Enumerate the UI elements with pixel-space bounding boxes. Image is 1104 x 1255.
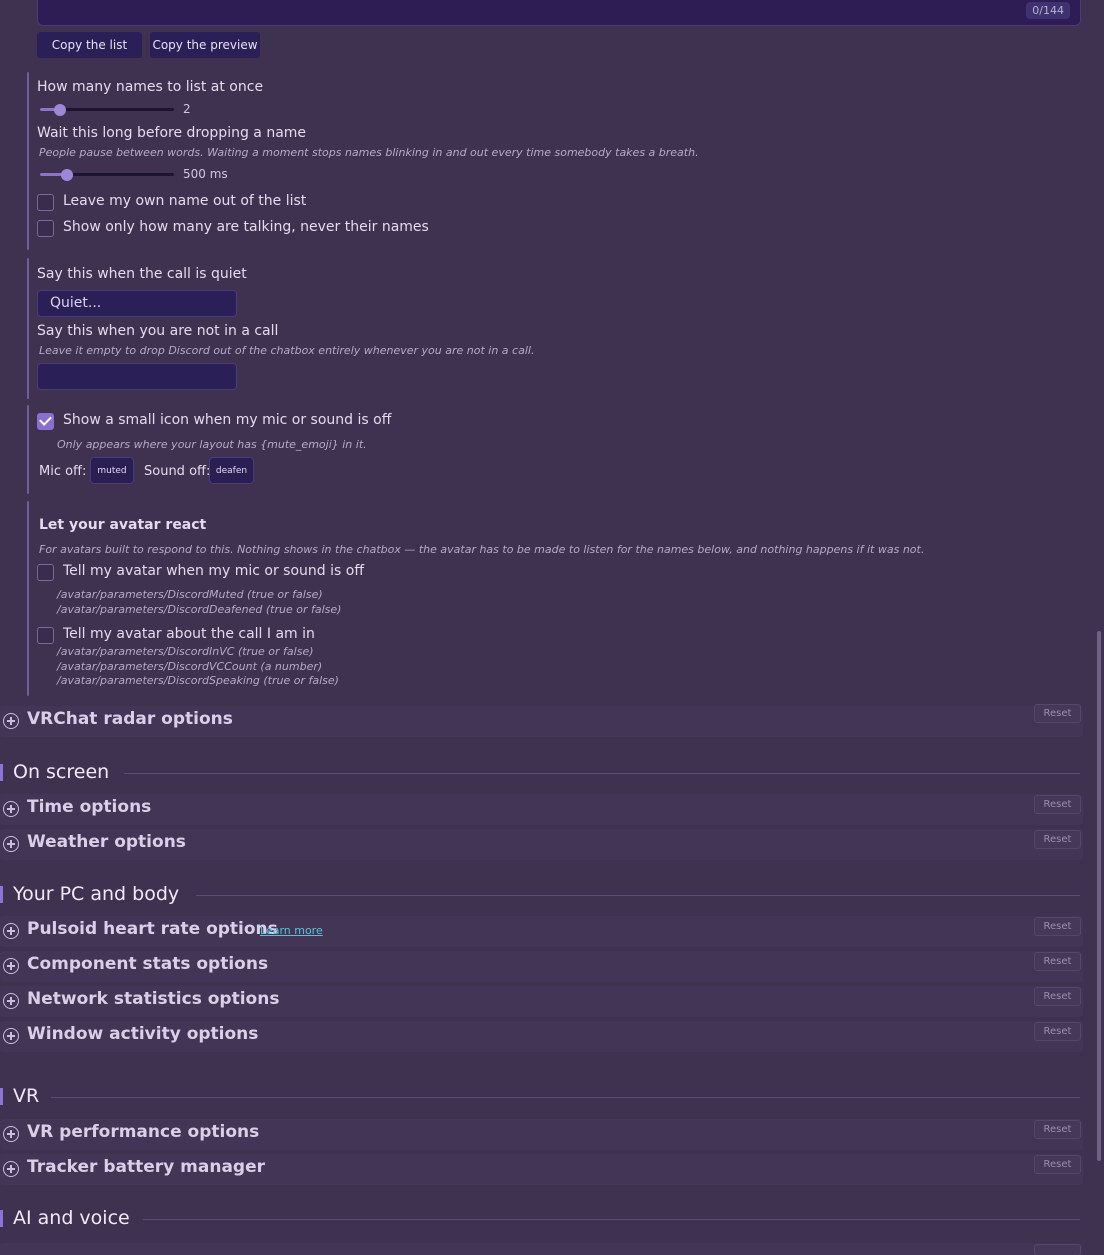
section-title: Weather options [27, 832, 186, 852]
group-divider [27, 258, 29, 399]
not-in-call-input[interactable] [37, 363, 237, 390]
section-title: Component stats options [27, 954, 269, 974]
section-title: Network statistics options [27, 989, 280, 1009]
section-tracker-battery[interactable]: Tracker battery manager Reset [0, 1154, 1083, 1185]
param-item: /avatar/parameters/DiscordDeafened (true… [57, 602, 342, 616]
mute-icon-label: Show a small icon when my mic or sound i… [63, 412, 392, 428]
sound-off-emoji-input[interactable]: deafen [209, 457, 254, 484]
section-title: Pulsoid heart rate options [27, 919, 278, 939]
section-title: VRChat radar options [27, 709, 233, 729]
reset-button[interactable]: Reset [1034, 795, 1081, 814]
param-item: /avatar/parameters/DiscordInVC (true or … [57, 645, 314, 658]
not-in-call-hint: Leave it empty to drop Discord out of th… [39, 344, 535, 357]
reset-button[interactable]: Reset [1034, 1155, 1081, 1174]
section-title: VR performance options [27, 1122, 260, 1142]
only-count-checkbox[interactable] [37, 220, 54, 237]
scrollbar[interactable] [1097, 631, 1101, 1161]
section-partial[interactable] [0, 1243, 1083, 1255]
category-divider [124, 773, 1080, 774]
section-vrchat-radar[interactable]: VRChat radar options Reset [0, 704, 1083, 737]
category-accent-bar [0, 764, 3, 781]
avatar-mute-checkbox[interactable] [37, 564, 54, 581]
wait-label: Wait this long before dropping a name [37, 125, 307, 141]
expand-plus-icon [3, 1126, 19, 1142]
section-time[interactable]: Time options Reset [0, 794, 1083, 825]
expand-plus-icon [3, 1028, 19, 1044]
not-in-call-label: Say this when you are not in a call [37, 323, 279, 339]
avatar-hint: For avatars built to respond to this. No… [39, 543, 925, 556]
section-weather[interactable]: Weather options Reset [0, 829, 1083, 860]
reset-button[interactable]: Reset [1034, 704, 1081, 723]
group-divider [27, 405, 29, 494]
wait-hint: People pause between words. Waiting a mo… [39, 146, 699, 159]
expand-plus-icon [3, 958, 19, 974]
mic-off-emoji-input[interactable]: muted [90, 457, 134, 484]
reset-button[interactable]: Reset [1034, 830, 1081, 849]
avatar-call-label: Tell my avatar about the call I am in [63, 626, 315, 642]
names-count-label: How many names to list at once [37, 79, 264, 95]
quiet-input[interactable]: Quiet... [37, 290, 237, 317]
expand-plus-icon [3, 993, 19, 1009]
section-component-stats[interactable]: Component stats options Reset [0, 951, 1083, 982]
section-network-stats[interactable]: Network statistics options Reset [0, 986, 1083, 1017]
mute-icon-checkbox[interactable] [37, 413, 54, 430]
reset-button[interactable]: Reset [1034, 987, 1081, 1006]
mic-off-label: Mic off: [39, 464, 87, 479]
reset-button[interactable]: Reset [1034, 917, 1081, 936]
quiet-label: Say this when the call is quiet [37, 266, 247, 282]
section-title: Window activity options [27, 1024, 259, 1044]
avatar-call-param-list: /avatar/parameters/DiscordInVC (true or … [57, 645, 339, 689]
section-pulsoid[interactable]: Pulsoid heart rate options Learn more Re… [0, 916, 1083, 947]
mute-icon-hint: Only appears where your layout has {mute… [57, 438, 367, 451]
category-divider [196, 895, 1080, 896]
section-title: Tracker battery manager [27, 1157, 265, 1177]
category-ai-voice: AI and voice [13, 1207, 130, 1229]
expand-plus-icon [3, 836, 19, 852]
names-count-value: 2 [183, 102, 191, 116]
category-divider [143, 1219, 1080, 1220]
category-accent-bar [0, 1088, 3, 1105]
avatar-mute-label: Tell my avatar when my mic or sound is o… [63, 563, 364, 579]
avatar-call-checkbox[interactable] [37, 627, 54, 644]
category-accent-bar [0, 1210, 3, 1227]
wait-slider-knob[interactable] [60, 169, 73, 181]
reset-button[interactable]: Reset [1034, 1022, 1081, 1041]
expand-plus-icon [3, 801, 19, 817]
section-vr-performance[interactable]: VR performance options Reset [0, 1119, 1083, 1150]
avatar-title: Let your avatar react [39, 517, 207, 533]
param-item: /avatar/parameters/DiscordMuted (true or… [57, 588, 323, 601]
category-accent-bar [0, 886, 3, 903]
param-item: /avatar/parameters/DiscordSpeaking (true… [57, 674, 339, 687]
section-title: Time options [27, 797, 152, 817]
category-divider [51, 1097, 1080, 1098]
char-counter: 0/144 [1026, 2, 1070, 19]
category-on-screen: On screen [13, 761, 110, 783]
expand-plus-icon [3, 1161, 19, 1177]
wait-value: 500 ms [183, 167, 228, 181]
section-window-activity[interactable]: Window activity options Reset [0, 1021, 1083, 1052]
sound-off-label: Sound off: [144, 464, 211, 479]
expand-plus-icon [3, 923, 19, 939]
names-count-slider-knob[interactable] [54, 104, 67, 116]
group-divider [27, 501, 29, 696]
avatar-mute-param-list: /avatar/parameters/DiscordMuted (true or… [57, 588, 341, 617]
copy-list-button[interactable]: Copy the list [37, 32, 142, 58]
copy-preview-button[interactable]: Copy the preview [150, 32, 260, 58]
param-item: /avatar/parameters/DiscordVCCount (a num… [57, 659, 323, 673]
group-divider [27, 72, 29, 250]
leave-own-name-label: Leave my own name out of the list [63, 193, 307, 209]
reset-button[interactable]: Reset [1034, 1120, 1081, 1139]
leave-own-name-checkbox[interactable] [37, 194, 54, 211]
reset-button[interactable] [1034, 1244, 1081, 1255]
expand-plus-icon [3, 713, 19, 729]
category-pc-body: Your PC and body [13, 883, 180, 905]
category-vr: VR [13, 1085, 40, 1107]
message-textbox[interactable]: 0/144 [37, 0, 1081, 26]
learn-more-link[interactable]: Learn more [260, 924, 323, 937]
reset-button[interactable]: Reset [1034, 952, 1081, 971]
only-count-label: Show only how many are talking, never th… [63, 219, 429, 235]
